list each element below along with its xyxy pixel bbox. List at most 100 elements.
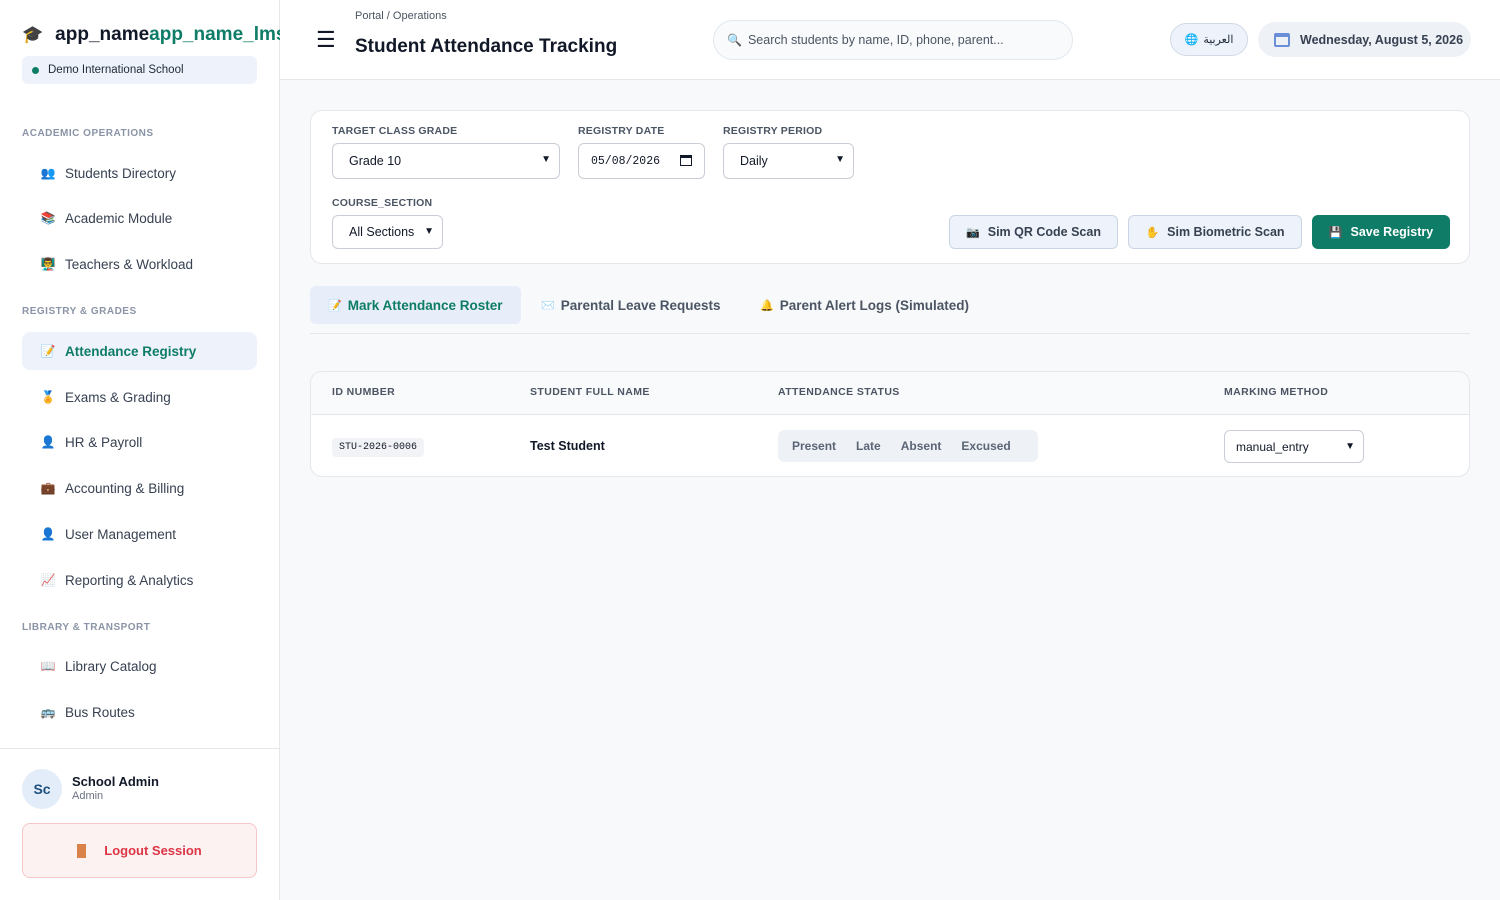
sidebar-item-exams[interactable]: 🏅 Exams & Grading xyxy=(22,378,257,416)
sidebar-item-label: Attendance Registry xyxy=(65,343,197,359)
teacher-icon: 👨‍🏫 xyxy=(40,257,56,271)
section-select[interactable]: All Sections ▼ xyxy=(332,215,443,249)
sidebar-item-label: Library Catalog xyxy=(65,658,157,674)
envelope-icon: ✉️ xyxy=(541,299,555,312)
tab-mark-attendance[interactable]: 📝 Mark Attendance Roster xyxy=(310,286,521,324)
graduation-cap-icon: 🎓 xyxy=(22,25,44,44)
sidebar-item-label: Bus Routes xyxy=(65,704,135,720)
period-value: Daily xyxy=(740,154,768,168)
sidebar-item-bus[interactable]: 🚌 Bus Routes xyxy=(22,693,257,731)
grade-select[interactable]: Grade 10 ▼ xyxy=(332,143,560,179)
calendar-icon[interactable] xyxy=(680,155,692,166)
date-text: Wednesday, August 5, 2026 xyxy=(1300,32,1464,47)
avatar[interactable]: Sc xyxy=(22,769,62,809)
logout-button[interactable]: Logout Session xyxy=(22,823,257,878)
floppy-disk-icon: 💾 xyxy=(1328,226,1343,239)
sidebar-item-accounting[interactable]: 💼 Accounting & Billing xyxy=(22,469,257,507)
tab-parental-leave[interactable]: ✉️ Parental Leave Requests xyxy=(523,286,739,324)
status-excused-button[interactable]: Excused xyxy=(951,439,1020,453)
date-input[interactable]: 05/08/2026 xyxy=(578,143,705,179)
hand-icon: ✋ xyxy=(1145,226,1160,239)
qr-scanner-icon: 📷 xyxy=(966,226,980,239)
section-label-academic: ACADEMIC OPERATIONS xyxy=(22,128,154,139)
student-name: Test Student xyxy=(530,439,605,453)
language-label: العربية xyxy=(1203,34,1234,46)
search-box[interactable]: 🔍 xyxy=(713,20,1073,60)
door-icon xyxy=(77,843,87,858)
sidebar-item-academic[interactable]: 📚 Academic Module xyxy=(22,199,257,237)
briefcase-icon: 💼 xyxy=(40,481,56,495)
tabs: 📝 Mark Attendance Roster ✉️ Parental Lea… xyxy=(310,286,1470,334)
search-input[interactable] xyxy=(747,33,1058,47)
column-header-name: STUDENT FULL NAME xyxy=(530,386,650,398)
memo-icon: 📝 xyxy=(40,344,56,358)
sidebar-item-teachers[interactable]: 👨‍🏫 Teachers & Workload xyxy=(22,245,257,283)
tab-label: Parent Alert Logs (Simulated) xyxy=(779,297,969,313)
marking-method-select[interactable]: manual_entry ▼ xyxy=(1224,430,1364,463)
sidebar-item-reporting[interactable]: 📈 Reporting & Analytics xyxy=(22,561,257,599)
sidebar-item-users[interactable]: 👤 User Management xyxy=(22,515,257,553)
sidebar-item-label: Exams & Grading xyxy=(65,389,171,405)
sidebar-item-attendance[interactable]: 📝 Attendance Registry xyxy=(22,332,257,370)
breadcrumb: Portal / Operations xyxy=(355,10,447,22)
sim-biometric-label: Sim Biometric Scan xyxy=(1167,225,1285,239)
table-header: ID NUMBER STUDENT FULL NAME ATTENDANCE S… xyxy=(311,372,1469,415)
globe-icon: 🌐 xyxy=(1184,34,1199,46)
top-header: ☰ Portal / Operations Student Attendance… xyxy=(280,0,1500,80)
sim-biometric-button[interactable]: ✋ Sim Biometric Scan xyxy=(1128,215,1302,249)
sidebar-item-label: User Management xyxy=(65,526,177,542)
tab-label: Mark Attendance Roster xyxy=(347,297,503,313)
sidebar: 🎓 app_name app_name_lms Demo Internationa… xyxy=(0,0,280,900)
person-icon: 👤 xyxy=(40,435,56,449)
tab-label: Parental Leave Requests xyxy=(560,297,721,313)
school-name: Demo International School xyxy=(48,64,184,76)
sidebar-item-students[interactable]: 👥 Students Directory xyxy=(22,154,257,192)
calendar-icon xyxy=(1274,32,1290,47)
sidebar-item-label: Academic Module xyxy=(65,210,173,226)
bell-icon: 🔔 xyxy=(760,299,774,312)
sidebar-item-label: HR & Payroll xyxy=(65,434,143,450)
medal-icon: 🏅 xyxy=(40,390,56,404)
sidebar-item-label: Accounting & Billing xyxy=(65,480,185,496)
school-badge: Demo International School xyxy=(22,56,257,84)
sidebar-item-library[interactable]: 📖 Library Catalog xyxy=(22,647,257,685)
column-header-method: MARKING METHOD xyxy=(1224,386,1329,398)
menu-icon[interactable]: ☰ xyxy=(316,29,336,51)
date-value: 05/08/2026 xyxy=(591,154,661,168)
language-button[interactable]: 🌐 العربية xyxy=(1170,23,1248,56)
period-select[interactable]: Daily ▼ xyxy=(723,143,854,179)
status-present-button[interactable]: Present xyxy=(782,439,846,453)
sim-qr-button[interactable]: 📷 Sim QR Code Scan xyxy=(949,215,1118,249)
column-header-id: ID NUMBER xyxy=(332,386,396,398)
brand[interactable]: 🎓 app_name app_name_lms xyxy=(22,22,280,48)
users-icon: 👥 xyxy=(40,166,56,180)
sidebar-item-hr[interactable]: 👤 HR & Payroll xyxy=(22,423,257,461)
date-label: REGISTRY DATE xyxy=(578,125,665,137)
section-value: All Sections xyxy=(349,225,415,239)
column-header-status: ATTENDANCE STATUS xyxy=(778,386,900,398)
sidebar-item-label: Reporting & Analytics xyxy=(65,572,194,588)
section-label-library: LIBRARY & TRANSPORT xyxy=(22,622,151,633)
user-name: School Admin xyxy=(72,774,159,789)
sidebar-item-label: Students Directory xyxy=(65,165,177,181)
book-icon: 📖 xyxy=(40,659,56,673)
memo-icon: 📝 xyxy=(328,299,342,312)
section-label-registry: REGISTRY & GRADES xyxy=(22,306,137,317)
filter-card: TARGET CLASS GRADE Grade 10 ▼ REGISTRY D… xyxy=(310,110,1470,264)
save-registry-button[interactable]: 💾 Save Registry xyxy=(1312,215,1450,249)
status-absent-button[interactable]: Absent xyxy=(891,439,952,453)
tab-parent-alerts[interactable]: 🔔 Parent Alert Logs (Simulated) xyxy=(742,286,987,324)
brand-name: app_name xyxy=(55,24,150,45)
student-id: STU-2026-0006 xyxy=(332,438,425,457)
grade-value: Grade 10 xyxy=(349,154,402,168)
marking-method-value: manual_entry xyxy=(1236,439,1309,454)
books-icon: 📚 xyxy=(40,211,56,225)
chart-icon: 📈 xyxy=(40,573,56,587)
user-icon: 👤 xyxy=(40,527,56,541)
status-late-button[interactable]: Late xyxy=(846,439,891,453)
attendance-status-group: Present Late Absent Excused xyxy=(778,430,1038,462)
sidebar-item-label: Teachers & Workload xyxy=(65,256,194,272)
search-icon: 🔍 xyxy=(727,33,742,47)
chevron-down-icon: ▼ xyxy=(1345,441,1355,452)
date-display: Wednesday, August 5, 2026 xyxy=(1258,22,1471,57)
